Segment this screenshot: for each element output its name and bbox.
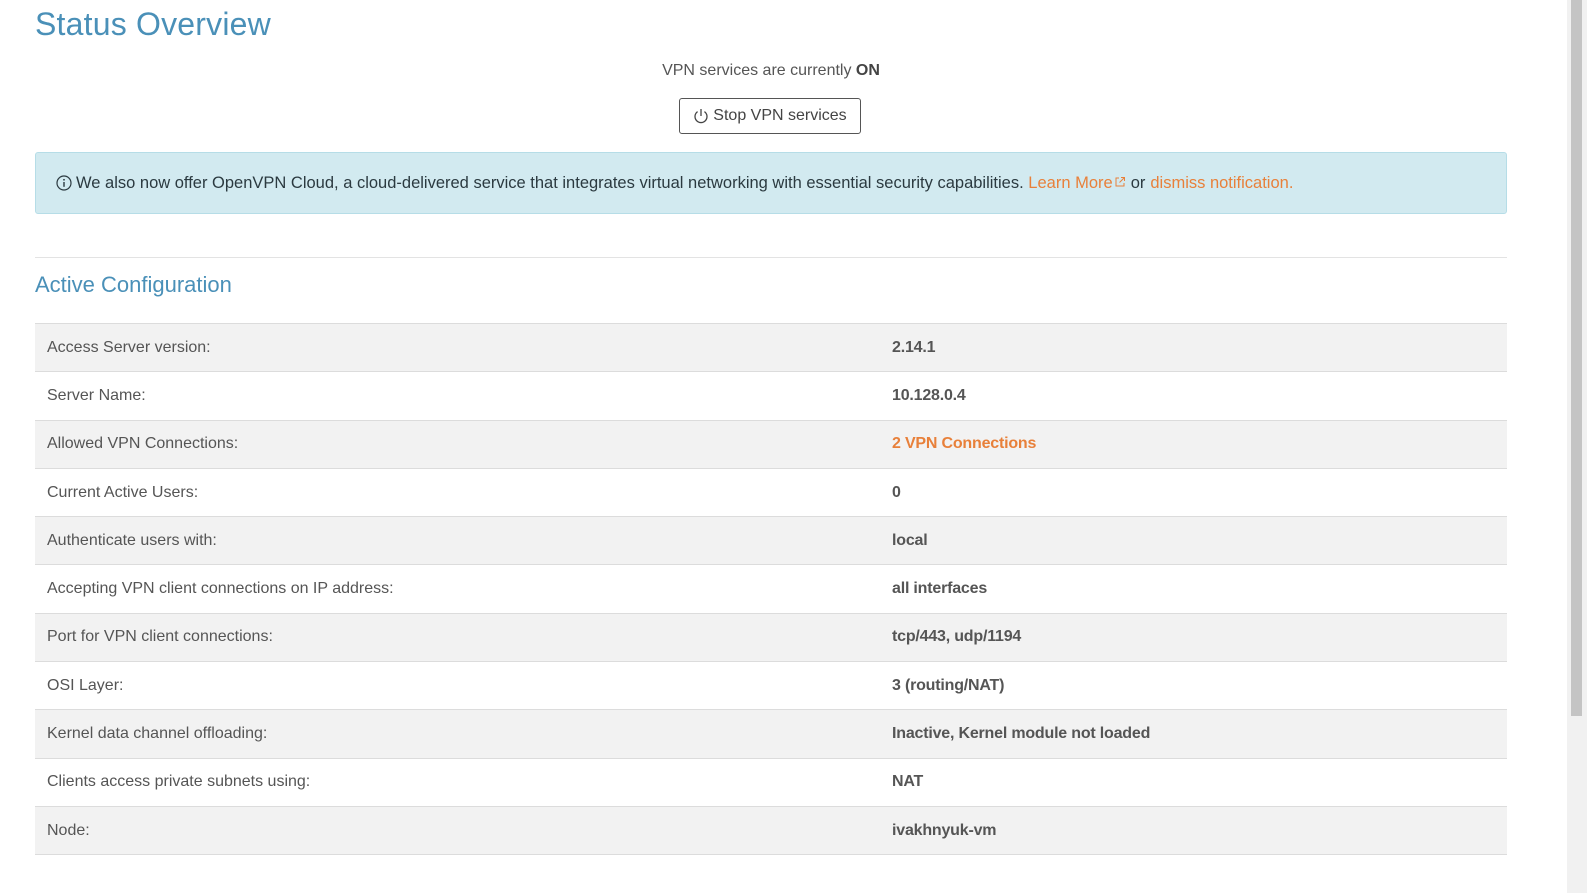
row-label: Allowed VPN Connections: [35,420,880,469]
active-configuration-title: Active Configuration [35,272,232,297]
row-label: Port for VPN client connections: [35,613,880,663]
scrollbar-thumb[interactable] [1571,0,1582,716]
table-row: Server Name: 10.128.0.4 [35,371,1507,421]
row-value: 0 [880,468,1507,518]
row-label: Access Server version: [35,323,880,373]
table-row: Authenticate users with: local [35,516,1507,566]
learn-more-link[interactable]: Learn More [1028,174,1125,193]
notification-or-text: or [1130,173,1146,192]
row-value: 3 (routing/NAT) [880,661,1507,711]
vpn-status-state: ON [855,62,880,79]
allowed-vpn-connections-link[interactable]: 2 VPN Connections [892,435,1036,452]
row-label: Node: [35,806,880,856]
section-divider [35,257,1507,258]
dismiss-notification-link[interactable]: dismiss notification. [1150,174,1293,193]
notification-message: We also now offer OpenVPN Cloud, a cloud… [76,173,1024,192]
table-row: Node: ivakhnyuk-vm [35,806,1507,856]
row-value: 2 VPN Connections [880,420,1507,469]
stop-vpn-services-button[interactable]: Stop VPN services [679,98,861,134]
page: Status Overview VPN services are current… [0,0,1555,893]
vpn-status-line: VPN services are currently ON [35,62,1507,80]
row-value: ivakhnyuk-vm [880,806,1507,856]
learn-more-label: Learn More [1028,173,1113,192]
row-value: local [880,516,1507,566]
table-row: Clients access private subnets using: NA… [35,758,1507,807]
row-value: tcp/443, udp/1194 [880,613,1507,663]
row-value: 10.128.0.4 [880,371,1507,421]
table-row: OSI Layer: 3 (routing/NAT) [35,661,1507,711]
table-row: Accepting VPN client connections on IP a… [35,564,1507,614]
row-value: NAT [880,758,1507,807]
table-row: Access Server version: 2.14.1 [35,323,1507,373]
vertical-scrollbar[interactable] [1567,0,1587,893]
external-link-icon [1114,174,1126,193]
row-value: all interfaces [880,564,1507,614]
table-row: Port for VPN client connections: tcp/443… [35,613,1507,663]
row-value: 2.14.1 [880,323,1507,373]
table-row: Current Active Users: 0 [35,468,1507,518]
row-label: Kernel data channel offloading: [35,709,880,759]
row-label: Server Name: [35,371,880,421]
table-row: Allowed VPN Connections: 2 VPN Connectio… [35,420,1507,469]
row-label: Accepting VPN client connections on IP a… [35,564,880,614]
vpn-status-prefix: VPN services are currently [662,62,852,79]
row-label: OSI Layer: [35,661,880,711]
row-label: Authenticate users with: [35,516,880,566]
row-label: Current Active Users: [35,468,880,518]
openvpn-cloud-notification: We also now offer OpenVPN Cloud, a cloud… [35,152,1507,214]
row-label: Clients access private subnets using: [35,758,880,807]
table-row: Kernel data channel offloading: Inactive… [35,709,1507,759]
power-icon [693,108,709,124]
info-icon [56,175,72,191]
active-configuration-table: Access Server version: 2.14.1 Server Nam… [35,323,1507,856]
page-title: Status Overview [35,6,271,42]
stop-vpn-services-label: Stop VPN services [713,107,847,124]
row-value: Inactive, Kernel module not loaded [880,709,1507,759]
